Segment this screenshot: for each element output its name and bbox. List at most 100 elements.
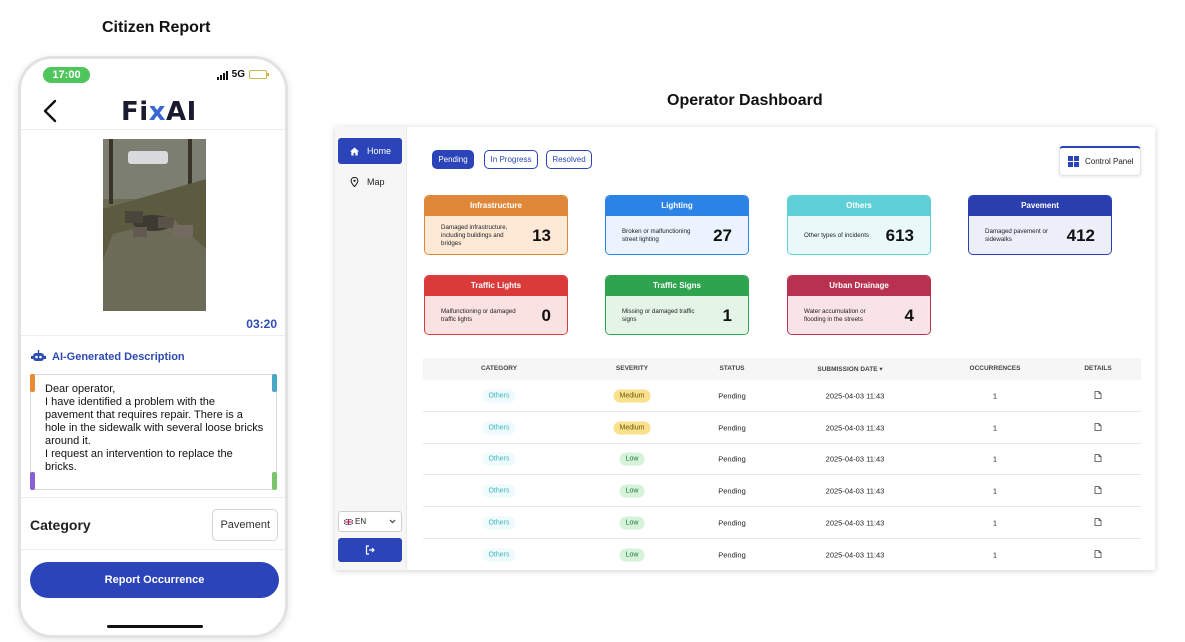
card-title: Traffic Lights: [425, 276, 567, 296]
home-icon: [350, 146, 359, 156]
category-card[interactable]: Urban Drainage Water accumulation or floo…: [787, 275, 931, 335]
card-title: Others: [788, 196, 930, 216]
card-description: Damaged pavement or sidewalks: [985, 228, 1048, 243]
control-panel-button[interactable]: Control Panel: [1059, 146, 1141, 176]
table-row[interactable]: Others Medium Pending 2025-04-03 11:43 1: [423, 413, 1141, 444]
col-submission-date[interactable]: Submission Date ▾: [817, 365, 882, 373]
card-count: 613: [885, 226, 914, 245]
category-card[interactable]: Lighting Broken or malfunctioning street …: [605, 195, 749, 255]
status-text: Pending: [718, 454, 746, 464]
occurrence-count: 1: [992, 518, 998, 528]
status-text: Pending: [718, 550, 746, 559]
category-badge: Others: [482, 516, 516, 530]
category-card[interactable]: Traffic Signs Missing or damaged traffic …: [605, 275, 749, 335]
corner-accent: [30, 374, 35, 392]
category-card[interactable]: Traffic Lights Malfunctioning or damaged …: [424, 275, 568, 335]
phone-frame: 17:00 5G FixAI 03:20 AI-Generated Descri…: [18, 56, 288, 638]
card-description: Damaged infrastructure, including buildi…: [441, 224, 508, 247]
card-body: Malfunctioning or damaged traffic lights…: [425, 296, 567, 334]
sidebar: Home Map EN: [335, 127, 407, 570]
ai-description-textbox[interactable]: Dear operator, I have identified a probl…: [30, 374, 277, 490]
tab-pending[interactable]: Pending: [432, 150, 474, 169]
table-row[interactable]: Others Low Pending 2025-04-03 11:43 1: [423, 476, 1141, 508]
sidebar-item-map[interactable]: Map: [338, 169, 402, 195]
category-badge: Others: [482, 548, 516, 561]
col-category[interactable]: Category: [481, 365, 517, 372]
severity-badge: Low: [619, 452, 645, 466]
category-row: Category Pavement: [30, 507, 278, 543]
category-selector[interactable]: Pavement: [212, 509, 278, 541]
col-status[interactable]: Status: [719, 365, 744, 372]
details-document-icon[interactable]: [1094, 486, 1102, 496]
corner-accent: [272, 374, 277, 392]
details-document-icon[interactable]: [1094, 422, 1102, 433]
card-count: 27: [713, 226, 732, 245]
table-header: Category Severity Status Submission Date…: [423, 358, 1141, 380]
language-selector[interactable]: EN: [338, 511, 402, 532]
submission-date: 2025-04-03 11:43: [825, 486, 885, 496]
operator-dashboard-caption: Operator Dashboard: [667, 92, 823, 109]
severity-badge: Low: [619, 484, 645, 498]
card-count: 1: [722, 306, 732, 325]
card-count: 13: [532, 226, 551, 245]
severity-badge: Low: [619, 548, 645, 561]
card-count: 412: [1066, 226, 1095, 245]
map-pin-icon: [350, 177, 359, 187]
submission-date: 2025-04-03 11:43: [825, 550, 885, 559]
submission-date: 2025-04-03 11:43: [825, 518, 885, 528]
citizen-report-caption: Citizen Report: [102, 19, 211, 36]
table-row[interactable]: Others Low Pending 2025-04-03 11:43 1: [423, 508, 1141, 539]
category-card[interactable]: Infrastructure Damaged infrastructure, in…: [424, 195, 568, 255]
status-text: Pending: [718, 391, 746, 401]
col-severity[interactable]: Severity: [616, 365, 648, 372]
details-document-icon[interactable]: [1094, 549, 1102, 560]
severity-badge: Medium: [613, 389, 651, 403]
reported-issue-photo[interactable]: [103, 139, 206, 311]
card-body: Broken or malfunctioning street lighting…: [606, 216, 748, 254]
card-title: Traffic Signs: [606, 276, 748, 296]
fixai-logo: FixAI: [121, 97, 197, 127]
report-occurrence-button[interactable]: Report Occurrence: [30, 562, 279, 598]
robot-icon: [31, 350, 46, 361]
description-divider: [21, 497, 285, 498]
status-text: Pending: [718, 486, 746, 496]
signal-icon: [216, 70, 228, 80]
category-card[interactable]: Others Other types of incidents 613: [787, 195, 931, 255]
sidebar-item-home[interactable]: Home: [338, 138, 402, 164]
header-divider: [21, 129, 285, 130]
ai-description-heading: AI-Generated Description: [31, 349, 185, 364]
grid-icon: [1068, 156, 1079, 167]
table-row[interactable]: Others Low Pending 2025-04-03 11:43 1: [423, 444, 1141, 476]
category-badge: Others: [482, 484, 516, 498]
card-description: Other types of incidents: [804, 232, 870, 239]
submission-date: 2025-04-03 11:43: [825, 423, 885, 433]
battery-icon: [249, 70, 269, 79]
uk-flag-icon: [344, 518, 353, 525]
network-label: 5G: [231, 69, 245, 80]
category-card[interactable]: Pavement Damaged pavement or sidewalks 412: [968, 195, 1112, 255]
col-details[interactable]: Details: [1084, 365, 1111, 372]
tab-resolved[interactable]: Resolved: [546, 150, 592, 169]
card-body: Damaged infrastructure, including buildi…: [425, 216, 567, 254]
card-body: Other types of incidents 613: [788, 216, 930, 254]
table-row[interactable]: Others Medium Pending 2025-04-03 11:43 1: [423, 381, 1141, 412]
card-body: Damaged pavement or sidewalks 412: [969, 216, 1111, 254]
chevron-down-icon: [389, 519, 396, 524]
corner-accent: [30, 472, 35, 490]
card-description: Broken or malfunctioning street lighting: [622, 228, 691, 243]
card-title: Infrastructure: [425, 196, 567, 216]
tab-in-progress[interactable]: In Progress: [484, 150, 538, 169]
status-text: Pending: [718, 423, 746, 433]
details-document-icon[interactable]: [1094, 454, 1102, 464]
category-badge: Others: [482, 421, 516, 435]
category-badge: Others: [482, 389, 516, 403]
occurrence-count: 1: [992, 454, 998, 464]
col-occurrences[interactable]: Occurrences: [970, 365, 1021, 372]
table-row[interactable]: Others Low Pending 2025-04-03 11:43 1: [423, 540, 1141, 570]
submission-date: 2025-04-03 11:43: [825, 454, 885, 464]
details-document-icon[interactable]: [1094, 391, 1102, 401]
logout-button[interactable]: [338, 538, 402, 562]
category-badge: Others: [482, 452, 516, 466]
details-document-icon[interactable]: [1094, 517, 1102, 528]
back-arrow-icon[interactable]: [41, 99, 61, 123]
